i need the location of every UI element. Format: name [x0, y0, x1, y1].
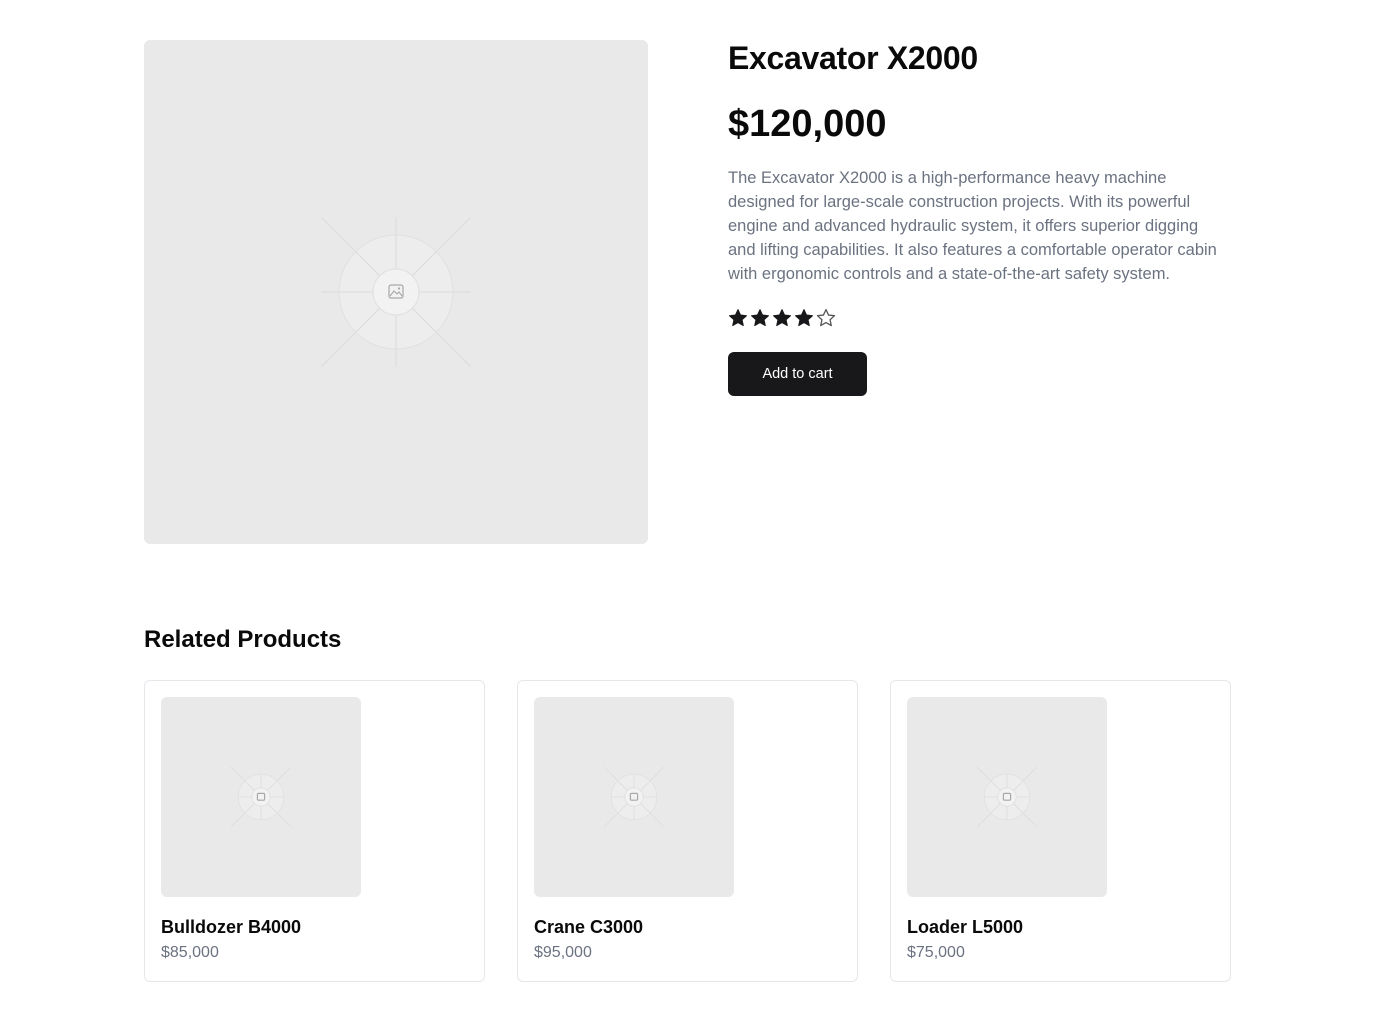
related-product-image — [907, 697, 1107, 897]
add-to-cart-button[interactable]: Add to cart — [728, 352, 867, 396]
related-product-card[interactable]: Bulldozer B4000 $85,000 — [144, 680, 485, 982]
product-page: Excavator X2000 $120,000 The Excavator X… — [0, 0, 1376, 1022]
related-product-price: $75,000 — [907, 944, 965, 961]
product-image — [144, 40, 648, 544]
related-product-image — [161, 697, 361, 897]
star-filled-icon — [751, 309, 769, 327]
related-product-image — [534, 697, 734, 897]
related-product-card[interactable]: Loader L5000 $75,000 — [890, 680, 1231, 982]
product-description: The Excavator X2000 is a high-performanc… — [728, 169, 1217, 283]
related-product-name: Bulldozer B4000 — [161, 917, 302, 937]
image-placeholder-icon — [603, 766, 665, 828]
related-products-grid: Bulldozer B4000 $85,000 Crane C3000 $95,… — [144, 680, 1232, 982]
related-products-heading: Related Products — [144, 626, 342, 653]
star-rating — [728, 308, 1232, 332]
related-product-price: $85,000 — [161, 944, 219, 961]
related-product-name: Crane C3000 — [534, 917, 644, 937]
related-product-price: $95,000 — [534, 944, 592, 961]
star-filled-icon — [729, 309, 747, 327]
image-placeholder-icon — [976, 766, 1038, 828]
product-title: Excavator X2000 — [728, 40, 978, 76]
star-filled-icon — [795, 309, 813, 327]
related-product-name: Loader L5000 — [907, 917, 1024, 937]
image-placeholder-icon — [230, 766, 292, 828]
image-placeholder-icon — [320, 216, 472, 368]
star-empty-icon — [816, 308, 836, 327]
product-details: Excavator X2000 $120,000 The Excavator X… — [728, 40, 1232, 396]
product-price: $120,000 — [728, 103, 887, 145]
star-filled-icon — [773, 309, 791, 327]
related-product-card[interactable]: Crane C3000 $95,000 — [517, 680, 858, 982]
